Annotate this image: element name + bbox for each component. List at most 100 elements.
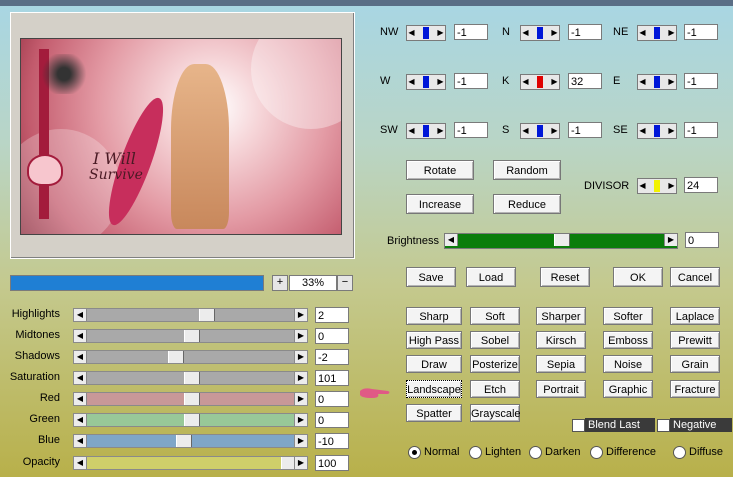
preset-sepia-button[interactable]: Sepia	[536, 355, 586, 373]
increment-arrow-icon[interactable]: ▶	[667, 179, 676, 193]
decrement-arrow-icon[interactable]: ◀	[521, 26, 530, 40]
mode-radio-diffuse[interactable]	[673, 446, 686, 459]
increment-arrow-icon[interactable]: ▶	[550, 75, 559, 89]
slider-blue[interactable]: ◀ ▶	[73, 434, 308, 448]
matrix-spinner-e[interactable]: ◀ ▶	[637, 74, 677, 90]
slider-midtones[interactable]: ◀ ▶	[73, 329, 308, 343]
rotate-button[interactable]: Rotate	[406, 160, 474, 180]
increment-arrow-icon[interactable]: ▶	[550, 26, 559, 40]
preset-landscape-button[interactable]: Landscape	[406, 380, 462, 398]
zoom-in-button[interactable]: +	[272, 275, 288, 291]
preset-softer-button[interactable]: Softer	[603, 307, 653, 325]
slider-saturation[interactable]: ◀ ▶	[73, 371, 308, 385]
left-arrow-icon[interactable]: ◀	[74, 330, 87, 342]
preset-noise-button[interactable]: Noise	[603, 355, 653, 373]
matrix-spinner-sw[interactable]: ◀ ▶	[406, 123, 446, 139]
ok-button[interactable]: OK	[613, 267, 663, 287]
increase-button[interactable]: Increase	[406, 194, 474, 214]
decrement-arrow-icon[interactable]: ◀	[638, 26, 647, 40]
decrement-arrow-icon[interactable]: ◀	[521, 124, 530, 138]
reset-button[interactable]: Reset	[540, 267, 590, 287]
negative-checkbox[interactable]	[657, 419, 670, 432]
increment-arrow-icon[interactable]: ▶	[436, 124, 445, 138]
left-arrow-icon[interactable]: ◀	[74, 309, 87, 321]
brightness-slider[interactable]: ◀ ▶	[444, 233, 678, 249]
matrix-value-e[interactable]: -1	[684, 73, 718, 89]
preset-high-pass-button[interactable]: High Pass	[406, 331, 462, 349]
slider-value-shadows[interactable]: -2	[315, 349, 349, 365]
decrement-arrow-icon[interactable]: ◀	[407, 26, 416, 40]
increment-arrow-icon[interactable]: ▶	[436, 26, 445, 40]
slider-value-opacity[interactable]: 100	[315, 455, 349, 471]
matrix-spinner-w[interactable]: ◀ ▶	[406, 74, 446, 90]
slider-shadows[interactable]: ◀ ▶	[73, 350, 308, 364]
mode-radio-lighten[interactable]	[469, 446, 482, 459]
preset-prewitt-button[interactable]: Prewitt	[670, 331, 720, 349]
right-arrow-icon[interactable]: ▶	[294, 435, 307, 447]
preset-etch-button[interactable]: Etch	[470, 380, 520, 398]
brightness-value[interactable]: 0	[685, 232, 719, 248]
decrement-arrow-icon[interactable]: ◀	[407, 124, 416, 138]
matrix-value-nw[interactable]: -1	[454, 24, 488, 40]
slider-thumb[interactable]	[183, 330, 200, 342]
slider-thumb[interactable]	[175, 435, 192, 447]
preset-soft-button[interactable]: Soft	[470, 307, 520, 325]
left-arrow-icon[interactable]: ◀	[445, 234, 458, 246]
preset-grain-button[interactable]: Grain	[670, 355, 720, 373]
slider-value-red[interactable]: 0	[315, 391, 349, 407]
preset-posterize-button[interactable]: Posterize	[470, 355, 520, 373]
preset-sharp-button[interactable]: Sharp	[406, 307, 462, 325]
save-button[interactable]: Save	[406, 267, 456, 287]
right-arrow-icon[interactable]: ▶	[294, 457, 307, 469]
preset-laplace-button[interactable]: Laplace	[670, 307, 720, 325]
increment-arrow-icon[interactable]: ▶	[550, 124, 559, 138]
preset-grayscale-button[interactable]: Grayscale	[470, 404, 521, 422]
brightness-thumb[interactable]	[554, 234, 570, 246]
preset-fracture-button[interactable]: Fracture	[670, 380, 720, 398]
matrix-spinner-s[interactable]: ◀ ▶	[520, 123, 560, 139]
matrix-value-sw[interactable]: -1	[454, 122, 488, 138]
left-arrow-icon[interactable]: ◀	[74, 414, 87, 426]
preset-sobel-button[interactable]: Sobel	[470, 331, 520, 349]
mode-radio-normal[interactable]	[408, 446, 421, 459]
right-arrow-icon[interactable]: ▶	[294, 330, 307, 342]
slider-highlights[interactable]: ◀ ▶	[73, 308, 308, 322]
slider-thumb[interactable]	[183, 372, 200, 384]
right-arrow-icon[interactable]: ▶	[664, 234, 677, 246]
divisor-spinner[interactable]: ◀ ▶	[637, 178, 677, 194]
preset-sharper-button[interactable]: Sharper	[536, 307, 586, 325]
right-arrow-icon[interactable]: ▶	[294, 372, 307, 384]
decrement-arrow-icon[interactable]: ◀	[407, 75, 416, 89]
slider-opacity[interactable]: ◀ ▶	[73, 456, 308, 470]
left-arrow-icon[interactable]: ◀	[74, 372, 87, 384]
preset-kirsch-button[interactable]: Kirsch	[536, 331, 586, 349]
matrix-spinner-n[interactable]: ◀ ▶	[520, 25, 560, 41]
increment-arrow-icon[interactable]: ▶	[667, 26, 676, 40]
slider-green[interactable]: ◀ ▶	[73, 413, 308, 427]
right-arrow-icon[interactable]: ▶	[294, 351, 307, 363]
preset-graphic-button[interactable]: Graphic	[603, 380, 653, 398]
preset-portrait-button[interactable]: Portrait	[536, 380, 586, 398]
matrix-spinner-k[interactable]: ◀ ▶	[520, 74, 560, 90]
slider-value-midtones[interactable]: 0	[315, 328, 349, 344]
right-arrow-icon[interactable]: ▶	[294, 309, 307, 321]
mode-radio-darken[interactable]	[529, 446, 542, 459]
matrix-spinner-nw[interactable]: ◀ ▶	[406, 25, 446, 41]
load-button[interactable]: Load	[466, 267, 516, 287]
slider-value-green[interactable]: 0	[315, 412, 349, 428]
decrement-arrow-icon[interactable]: ◀	[638, 75, 647, 89]
matrix-value-ne[interactable]: -1	[684, 24, 718, 40]
matrix-spinner-se[interactable]: ◀ ▶	[637, 123, 677, 139]
increment-arrow-icon[interactable]: ▶	[667, 75, 676, 89]
left-arrow-icon[interactable]: ◀	[74, 435, 87, 447]
mode-radio-difference[interactable]	[590, 446, 603, 459]
cancel-button[interactable]: Cancel	[670, 267, 720, 287]
right-arrow-icon[interactable]: ▶	[294, 393, 307, 405]
slider-value-blue[interactable]: -10	[315, 433, 349, 449]
left-arrow-icon[interactable]: ◀	[74, 393, 87, 405]
reduce-button[interactable]: Reduce	[493, 194, 561, 214]
slider-thumb[interactable]	[183, 414, 200, 426]
zoom-out-button[interactable]: −	[337, 275, 353, 291]
preset-emboss-button[interactable]: Emboss	[603, 331, 653, 349]
slider-value-highlights[interactable]: 2	[315, 307, 349, 323]
